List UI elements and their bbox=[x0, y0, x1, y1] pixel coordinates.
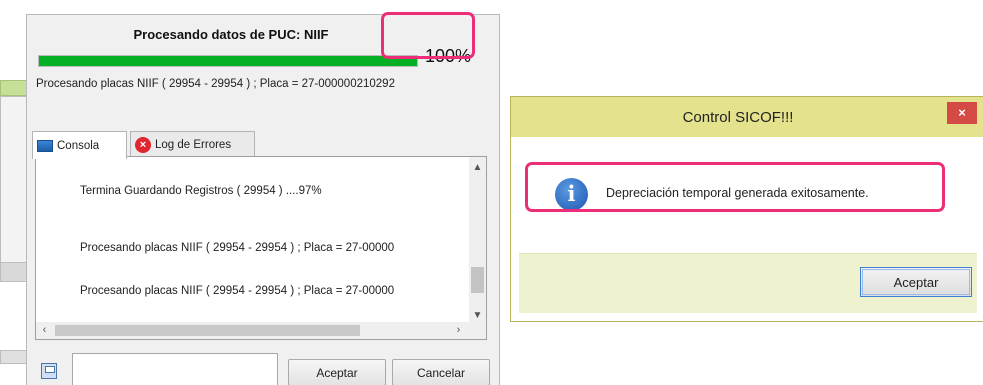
progress-fill bbox=[39, 56, 417, 66]
bottom-input-field[interactable] bbox=[72, 353, 278, 385]
progress-bar bbox=[38, 55, 418, 67]
background-panel-bottom bbox=[0, 350, 28, 364]
console-line: Termina Guardando Registros ( 29954 ) ..… bbox=[80, 185, 322, 197]
console-icon bbox=[37, 139, 53, 152]
scroll-right-arrow-icon[interactable]: › bbox=[450, 322, 467, 339]
scroll-up-arrow-icon[interactable]: ▲ bbox=[469, 159, 486, 176]
percent-highlight-box bbox=[381, 12, 475, 59]
horizontal-scroll-thumb[interactable] bbox=[55, 325, 360, 336]
background-panel-mid bbox=[0, 96, 28, 266]
tab-consola[interactable]: Consola bbox=[32, 131, 127, 159]
dialog-accept-button[interactable]: Aceptar bbox=[860, 267, 972, 297]
scroll-left-arrow-icon[interactable]: ‹ bbox=[36, 322, 53, 339]
dialog-titlebar: Control SICOF!!! × bbox=[511, 97, 983, 137]
vertical-scrollbar[interactable]: ▲ ▼ bbox=[469, 157, 486, 323]
close-icon[interactable]: × bbox=[947, 102, 977, 124]
console-line: Procesando placas NIIF ( 29954 - 29954 )… bbox=[80, 285, 395, 297]
error-icon: × bbox=[135, 136, 151, 153]
status-line: Procesando placas NIIF ( 29954 - 29954 )… bbox=[36, 78, 395, 90]
background-panel-top bbox=[0, 80, 28, 96]
background-panel-low bbox=[0, 262, 28, 282]
cancel-button[interactable]: Cancelar bbox=[392, 359, 490, 385]
dialog-title: Control SICOF!!! bbox=[682, 109, 794, 126]
horizontal-scrollbar[interactable]: ‹ › bbox=[36, 322, 486, 339]
console-output[interactable]: Termina Guardando Registros ( 29954 ) ..… bbox=[35, 156, 487, 340]
accept-button[interactable]: Aceptar bbox=[288, 359, 386, 385]
vertical-scroll-thumb[interactable] bbox=[471, 267, 484, 293]
processing-window: Procesando datos de PUC: NIIF 100% Proce… bbox=[26, 14, 500, 385]
save-disk-icon[interactable] bbox=[41, 363, 57, 379]
tab-log-errores-label: Log de Errores bbox=[155, 138, 232, 151]
message-highlight-box bbox=[525, 162, 945, 212]
tab-log-errores[interactable]: × Log de Errores bbox=[130, 131, 255, 157]
console-line: Procesando placas NIIF ( 29954 - 29954 )… bbox=[80, 242, 395, 254]
tab-consola-label: Consola bbox=[57, 139, 100, 152]
